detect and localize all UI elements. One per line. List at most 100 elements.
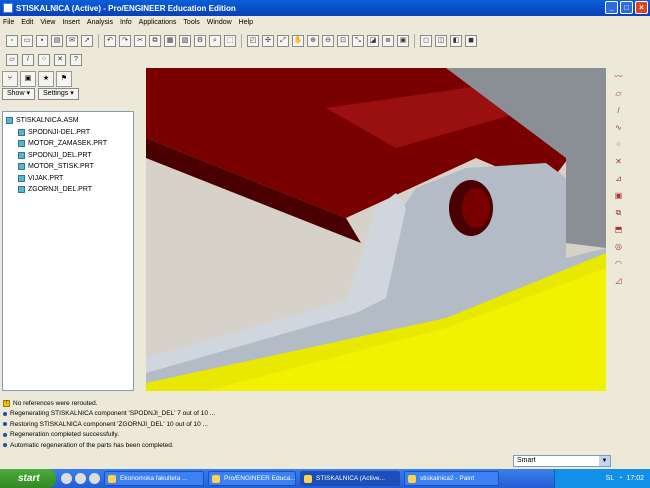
- orient-icon[interactable]: ⤢: [277, 34, 289, 47]
- taskbar-item[interactable]: STISKALNICA (Active...: [300, 471, 400, 486]
- connections-tab[interactable]: ⚑: [56, 71, 72, 87]
- wireframe-icon[interactable]: ◻: [420, 34, 432, 47]
- right-scrollbar[interactable]: [631, 68, 650, 391]
- csys-icon[interactable]: ✕: [613, 156, 625, 168]
- tree-item[interactable]: VIJAK.PRT: [6, 173, 130, 185]
- menu-edit[interactable]: Edit: [21, 19, 33, 26]
- quick-launch-icon[interactable]: [61, 473, 72, 484]
- copy-icon[interactable]: ⧉: [149, 34, 161, 47]
- part-icon: [18, 186, 25, 194]
- create-component-icon[interactable]: ⬒: [613, 224, 625, 236]
- zoom-in-icon[interactable]: ⊕: [307, 34, 319, 47]
- message-line: Regenerating STISKALNICA component 'SPOD…: [3, 409, 637, 420]
- tree-root[interactable]: STISKALNICA.ASM: [6, 115, 130, 127]
- settings-dropdown[interactable]: Settings ▾: [37, 88, 79, 100]
- datum-planes-icon[interactable]: ▱: [6, 54, 18, 66]
- menu-insert[interactable]: Insert: [62, 19, 80, 26]
- language-indicator[interactable]: SL: [606, 475, 615, 482]
- tree-item[interactable]: MOTOR_ZAMASEK.PRT: [6, 138, 130, 150]
- context-help-icon[interactable]: ?: [70, 54, 82, 66]
- datum-axes-icon[interactable]: /: [22, 54, 34, 66]
- tree-item[interactable]: SPODNJI_DEL.PRT: [6, 150, 130, 162]
- menu-file[interactable]: File: [3, 19, 14, 26]
- spin-center-icon[interactable]: ✣: [262, 34, 274, 47]
- find-icon[interactable]: ⌕: [209, 34, 221, 47]
- chevron-down-icon[interactable]: ▼: [599, 456, 610, 466]
- paste-icon[interactable]: ▦: [164, 34, 176, 47]
- taskbar-item[interactable]: Pro/ENGINEER Educa...: [208, 471, 296, 486]
- open-icon[interactable]: ▭: [21, 34, 33, 47]
- close-button[interactable]: ×: [635, 1, 648, 14]
- menu-view[interactable]: View: [40, 19, 55, 26]
- repaint-icon[interactable]: ◰: [247, 34, 259, 47]
- shading-icon[interactable]: ◼: [465, 34, 477, 47]
- sketch-icon[interactable]: 〰: [613, 71, 625, 83]
- cut-icon[interactable]: ✂: [134, 34, 146, 47]
- part-icon: [18, 163, 25, 171]
- taskbar: start Ekonomska fakulteta ... Pro/ENGINE…: [0, 469, 650, 488]
- no-hidden-icon[interactable]: ◧: [450, 34, 462, 47]
- coordinate-systems-icon[interactable]: ✕: [54, 54, 66, 66]
- curve-icon[interactable]: ∿: [613, 122, 625, 134]
- menu-info[interactable]: Info: [120, 19, 132, 26]
- reorient-icon[interactable]: ⤡: [352, 34, 364, 47]
- redo-icon[interactable]: ↷: [119, 34, 131, 47]
- minimize-button[interactable]: _: [605, 1, 618, 14]
- regenerate-icon[interactable]: ⚙: [194, 34, 206, 47]
- axis-icon[interactable]: /: [613, 105, 625, 117]
- analysis-icon[interactable]: ⊿: [613, 173, 625, 185]
- plane-icon[interactable]: ▱: [613, 88, 625, 100]
- tray-icon[interactable]: ◔: [618, 475, 622, 482]
- layers-icon[interactable]: ≣: [382, 34, 394, 47]
- hidden-line-icon[interactable]: ◫: [435, 34, 447, 47]
- hole-icon[interactable]: ◎: [613, 241, 625, 253]
- send-icon[interactable]: ➚: [81, 34, 93, 47]
- graphics-window[interactable]: [146, 68, 606, 391]
- favorites-tab[interactable]: ★: [38, 71, 54, 87]
- tree-item[interactable]: ZGORNJI_DEL.PRT: [6, 184, 130, 196]
- browser-icon: [108, 475, 116, 483]
- email-icon[interactable]: ✉: [66, 34, 78, 47]
- menu-tools[interactable]: Tools: [183, 19, 199, 26]
- taskbar-item[interactable]: stiskalnica2 - Paint: [404, 471, 499, 486]
- assemble-icon[interactable]: ⧉: [613, 207, 625, 219]
- saved-views-icon[interactable]: ◪: [367, 34, 379, 47]
- round-icon[interactable]: ◠: [613, 258, 625, 270]
- menu-bar: File Edit View Insert Analysis Info Appl…: [0, 16, 650, 29]
- save-icon[interactable]: ▪: [36, 34, 48, 47]
- selection-filter[interactable]: Smart ▼: [513, 455, 611, 467]
- menu-analysis[interactable]: Analysis: [87, 19, 113, 26]
- message-area: ! No references were rerouted. Regenerati…: [0, 396, 640, 450]
- quick-launch-icon[interactable]: [89, 473, 100, 484]
- maximize-button[interactable]: □: [620, 1, 633, 14]
- refit-icon[interactable]: ⊡: [337, 34, 349, 47]
- datum-points-icon[interactable]: ⁘: [38, 54, 50, 66]
- start-button[interactable]: start: [0, 469, 56, 488]
- paint-icon: [408, 475, 416, 483]
- tree-controls: Show ▾ Settings ▾: [2, 88, 134, 100]
- chamfer-icon[interactable]: ◿: [613, 275, 625, 287]
- select-box-icon[interactable]: ⬚: [224, 34, 236, 47]
- model-view: [146, 68, 606, 391]
- tree-item[interactable]: MOTOR_STISK.PRT: [6, 161, 130, 173]
- paste-special-icon[interactable]: ▧: [179, 34, 191, 47]
- folder-browser-tab[interactable]: ▣: [20, 71, 36, 87]
- new-icon[interactable]: ▫: [6, 34, 18, 47]
- undo-icon[interactable]: ↶: [104, 34, 116, 47]
- menu-help[interactable]: Help: [239, 19, 253, 26]
- view-manager-icon[interactable]: ▣: [397, 34, 409, 47]
- pan-icon[interactable]: ✋: [292, 34, 304, 47]
- show-dropdown[interactable]: Show ▾: [2, 88, 35, 100]
- menu-window[interactable]: Window: [207, 19, 232, 26]
- model-tree-tab[interactable]: ⑂: [2, 71, 18, 87]
- tree-item[interactable]: SPODNJI-DEL.PRT: [6, 127, 130, 139]
- print-icon[interactable]: ▤: [51, 34, 63, 47]
- quick-launch-icon[interactable]: [75, 473, 86, 484]
- menu-applications[interactable]: Applications: [139, 19, 177, 26]
- zoom-out-icon[interactable]: ⊖: [322, 34, 334, 47]
- model-tree: STISKALNICA.ASM SPODNJI-DEL.PRT MOTOR_ZA…: [2, 111, 134, 391]
- part-icon: [18, 128, 25, 136]
- point-icon[interactable]: ⁘: [613, 139, 625, 151]
- taskbar-item[interactable]: Ekonomska fakulteta ...: [104, 471, 204, 486]
- component-icon[interactable]: ▣: [613, 190, 625, 202]
